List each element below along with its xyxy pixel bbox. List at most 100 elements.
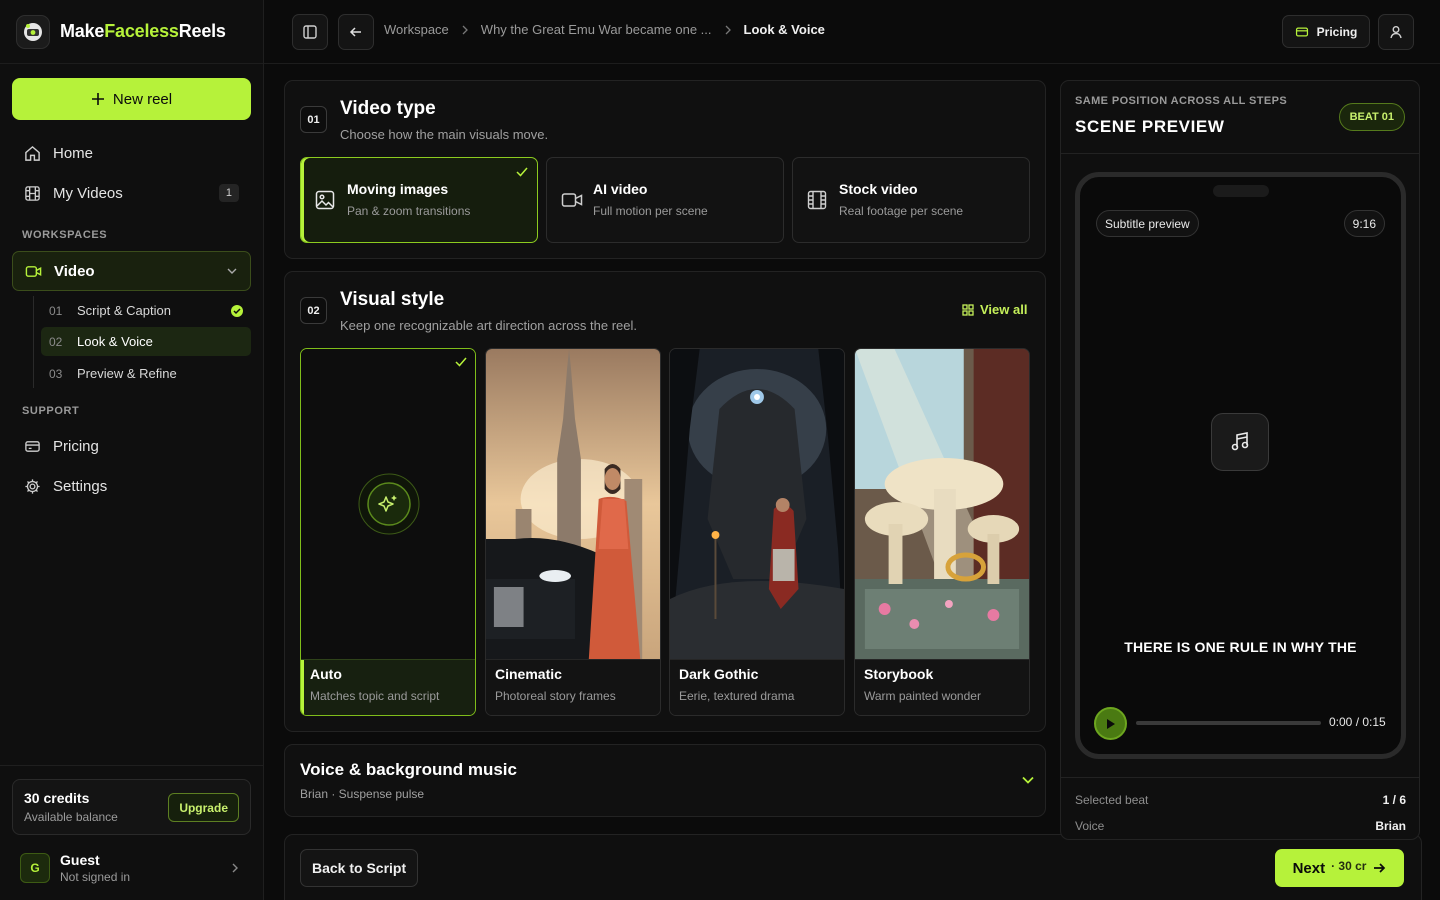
phone-preview: Subtitle preview 9:16 THERE IS ONE RULE … [1075,172,1406,759]
gear-icon [25,478,40,494]
sidebar-toggle-icon [303,25,317,39]
sparkles-icon [358,473,420,535]
divider [1061,777,1419,778]
breadcrumb-workspace[interactable]: Workspace [384,22,449,37]
account-button[interactable] [1378,14,1414,50]
chevron-down-icon [1022,776,1034,784]
footer-actions: Back to Script Next · 30 cr [284,834,1422,900]
voice-music-card[interactable]: Voice & background music Brian · Suspens… [284,744,1046,817]
aspect-ratio-chip: 9:16 [1343,210,1385,237]
view-all-link[interactable]: View all [962,302,1027,317]
music-note-icon [1211,413,1269,471]
grid-icon [962,303,974,316]
card-icon [1295,26,1308,37]
guest-name: Guest [60,852,100,868]
style-desc: Eerie, textured drama [679,689,795,703]
playback-time: 0:00 / 0:15 [1329,715,1386,729]
option-stock-video[interactable]: Stock video Real footage per scene [792,157,1030,243]
subtitle-preview-chip[interactable]: Subtitle preview [1096,210,1199,237]
check-icon [455,357,467,367]
dark-gothic-preview-image [670,349,844,659]
sidebar-divider [0,765,263,766]
style-name: Auto [310,666,342,682]
play-icon [1106,718,1115,729]
nav-video-workspace[interactable]: Video [12,251,251,291]
video-camera-icon [25,265,42,277]
next-button[interactable]: Next · 30 cr [1275,849,1404,887]
meta-selected-beat: Selected beat 1 / 6 [1075,793,1406,807]
videos-count-badge: 1 [218,184,239,202]
nav-home[interactable]: Home [12,135,251,171]
toggle-sidebar-button[interactable] [292,14,328,50]
new-reel-button[interactable]: New reel [12,78,251,120]
video-type-sub: Choose how the main visuals move. [340,127,549,142]
step-script-caption[interactable]: 01 Script & Caption [41,296,251,325]
pricing-button[interactable]: Pricing [1282,15,1370,48]
style-tile-dark-gothic[interactable]: Dark Gothic Eerie, textured drama [669,348,845,716]
step-number: 01 [300,106,327,133]
chevron-down-icon [227,268,237,274]
style-tile-auto[interactable]: Auto Matches topic and script [300,348,476,716]
scene-preview-panel: SAME POSITION ACROSS ALL STEPS SCENE PRE… [1060,80,1420,840]
credit-cost: · 30 cr [1331,859,1367,873]
step-preview-refine[interactable]: 03 Preview & Refine [41,359,251,388]
user-icon [1390,26,1402,39]
option-moving-images[interactable]: Moving images Pan & zoom transitions [300,157,538,243]
check-icon [516,167,528,177]
progress-scrubber[interactable] [1136,721,1321,725]
guest-account[interactable]: G Guest Not signed in [20,849,244,887]
visual-style-sub: Keep one recognizable art direction acro… [340,318,638,333]
beat-badge: BEAT 01 [1338,103,1405,131]
top-bar: Workspace Why the Great Emu War became o… [264,0,1440,64]
phone-notch [1213,185,1269,197]
step-look-voice[interactable]: 02 Look & Voice [41,327,251,356]
logo-icon [16,14,50,49]
chevron-right-icon [462,25,468,34]
chevron-right-icon [232,863,238,873]
sidebar: MakeFacelessReels New reel Home My Video… [0,0,264,900]
arrow-left-icon [349,27,361,37]
meta-voice: Voice Brian [1075,819,1406,833]
home-icon [25,145,40,161]
video-type-title: Video type [340,98,436,119]
avatar: G [20,853,50,883]
breadcrumb-current: Look & Voice [743,22,825,37]
style-desc: Warm painted wonder [864,689,981,703]
style-name: Dark Gothic [679,666,759,682]
style-name: Cinematic [495,666,562,682]
chevron-right-icon [725,25,731,34]
workspaces-label: WORKSPACES [22,229,108,241]
play-button[interactable] [1094,707,1127,740]
upgrade-button[interactable]: Upgrade [168,793,239,822]
image-icon [315,190,335,210]
voice-card-title: Voice & background music [300,760,517,779]
credits-card: 30 credits Available balance Upgrade [12,779,251,835]
breadcrumb-project[interactable]: Why the Great Emu War became one ... [481,22,712,37]
card-icon [25,440,40,452]
back-to-script-button[interactable]: Back to Script [300,849,419,887]
subtitle-caption: THERE IS ONE RULE IN WHY THE [1124,639,1357,655]
nav-my-videos[interactable]: My Videos 1 [12,175,251,211]
style-tile-cinematic[interactable]: Cinematic Photoreal story frames [485,348,661,716]
preview-eyebrow: SAME POSITION ACROSS ALL STEPS [1075,95,1288,107]
back-button[interactable] [338,14,374,50]
steps-connector [33,296,34,388]
storybook-preview-image [855,349,1029,659]
style-desc: Matches topic and script [310,689,440,703]
film-strip-icon [807,190,827,210]
nav-settings[interactable]: Settings [12,468,251,504]
video-camera-icon [561,193,583,207]
style-tile-storybook[interactable]: Storybook Warm painted wonder [854,348,1030,716]
visual-style-title: Visual style [340,289,445,310]
option-ai-video[interactable]: AI video Full motion per scene [546,157,784,243]
brand[interactable]: MakeFacelessReels [0,0,263,64]
plus-icon [91,93,104,105]
nav-pricing[interactable]: Pricing [12,428,251,464]
guest-status: Not signed in [60,870,131,884]
preview-title: SCENE PREVIEW [1075,117,1225,136]
style-desc: Photoreal story frames [495,689,616,703]
brand-name: MakeFacelessReels [60,21,226,41]
check-circle-icon [231,304,243,317]
divider [1061,153,1419,154]
voice-card-sub: Brian · Suspense pulse [300,787,425,801]
